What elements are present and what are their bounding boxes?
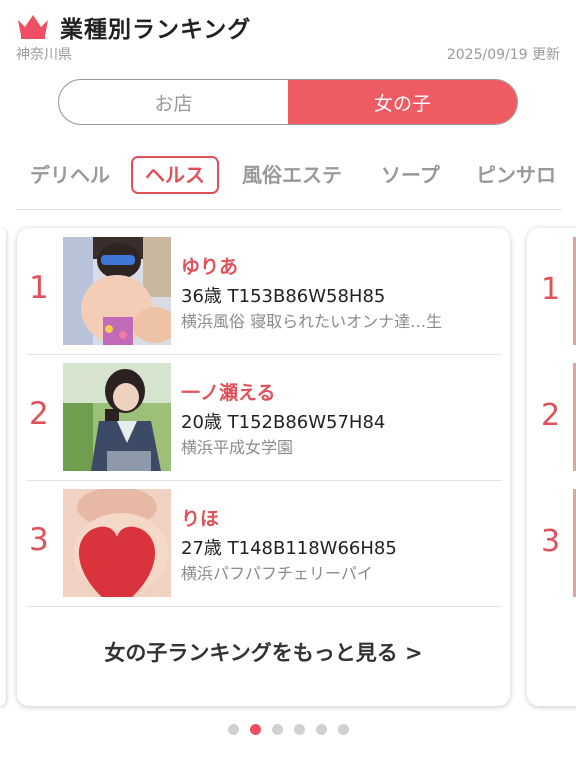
tab-deliheal[interactable]: デリヘル bbox=[30, 156, 110, 194]
toggle-shop[interactable]: お店 bbox=[59, 80, 288, 124]
pagination-dot[interactable] bbox=[227, 724, 239, 735]
ranking-type-toggle: お店 女の子 bbox=[58, 79, 518, 125]
pagination-dots bbox=[0, 724, 576, 738]
category-tabs: デリヘル ヘルス 風俗エステ ソープ ピンサロ bbox=[0, 150, 576, 200]
tabs-divider bbox=[16, 209, 562, 210]
shop-name: 横浜風俗 寝取られたいオンナ達…生 bbox=[181, 312, 443, 331]
ranking-row[interactable]: 2 一ノ瀬える 20歳 T152B86W57H84 横浜平成女学園 bbox=[17, 354, 510, 480]
see-more-ranking-link[interactable]: 女の子ランキングをもっと見る > bbox=[17, 618, 510, 688]
row-divider bbox=[27, 606, 502, 607]
region-label: 神奈川県 bbox=[16, 47, 72, 63]
page-title: 業種別ランキング bbox=[60, 17, 252, 43]
pagination-dot[interactable] bbox=[271, 724, 283, 735]
ranking-row[interactable]: 3 りほ 27歳 T148B118W66H85 横浜パフパフチェリーパイ bbox=[17, 480, 510, 606]
updated-date: 2025/09/19 更新 bbox=[446, 47, 560, 63]
rank-number: 1 bbox=[29, 270, 49, 306]
rank-number: 1 bbox=[541, 272, 561, 307]
girl-stats: 36歳 T153B86W58H85 bbox=[181, 286, 386, 307]
page-header: 業種別ランキング 神奈川県 2025/09/19 更新 bbox=[0, 0, 576, 70]
pagination-dot[interactable] bbox=[249, 724, 261, 735]
rank-number: 2 bbox=[541, 398, 561, 433]
girl-photo bbox=[63, 237, 171, 345]
girl-photo bbox=[63, 363, 171, 471]
girl-stats: 27歳 T148B118W66H85 bbox=[181, 538, 397, 559]
pagination-dot[interactable] bbox=[293, 724, 305, 735]
tab-health[interactable]: ヘルス bbox=[131, 156, 219, 194]
shop-name: 横浜平成女学園 bbox=[181, 438, 294, 457]
girl-photo bbox=[63, 489, 171, 597]
tab-fuzoku-esthe[interactable]: 風俗エステ bbox=[242, 156, 342, 194]
rank-number: 2 bbox=[29, 396, 49, 432]
rank-number: 3 bbox=[541, 524, 561, 559]
toggle-girl[interactable]: 女の子 bbox=[288, 80, 517, 124]
previous-ranking-card[interactable] bbox=[0, 228, 6, 706]
girl-name: ゆりあ bbox=[181, 256, 239, 278]
girl-stats: 20歳 T152B86W57H84 bbox=[181, 412, 386, 433]
pagination-dot[interactable] bbox=[315, 724, 327, 735]
tab-soap[interactable]: ソープ bbox=[381, 156, 440, 194]
girl-name: 一ノ瀬える bbox=[181, 382, 276, 404]
tab-pinsaro[interactable]: ピンサロ bbox=[476, 156, 556, 194]
ranking-row[interactable]: 1 ゆりあ 36歳 T153B86W58H85 横浜風俗 寝取られたいオンナ達…… bbox=[17, 228, 510, 354]
ranking-card: 1 ゆりあ 36歳 T153B86W58H85 横浜風俗 寝取られたいオンナ達…… bbox=[17, 228, 510, 706]
crown-icon bbox=[18, 15, 48, 39]
pagination-dot[interactable] bbox=[337, 724, 349, 735]
shop-name: 横浜パフパフチェリーパイ bbox=[181, 564, 373, 583]
rank-number: 3 bbox=[29, 522, 49, 558]
girl-name: りほ bbox=[181, 508, 220, 530]
next-ranking-card[interactable]: 1 2 3 bbox=[527, 228, 576, 706]
